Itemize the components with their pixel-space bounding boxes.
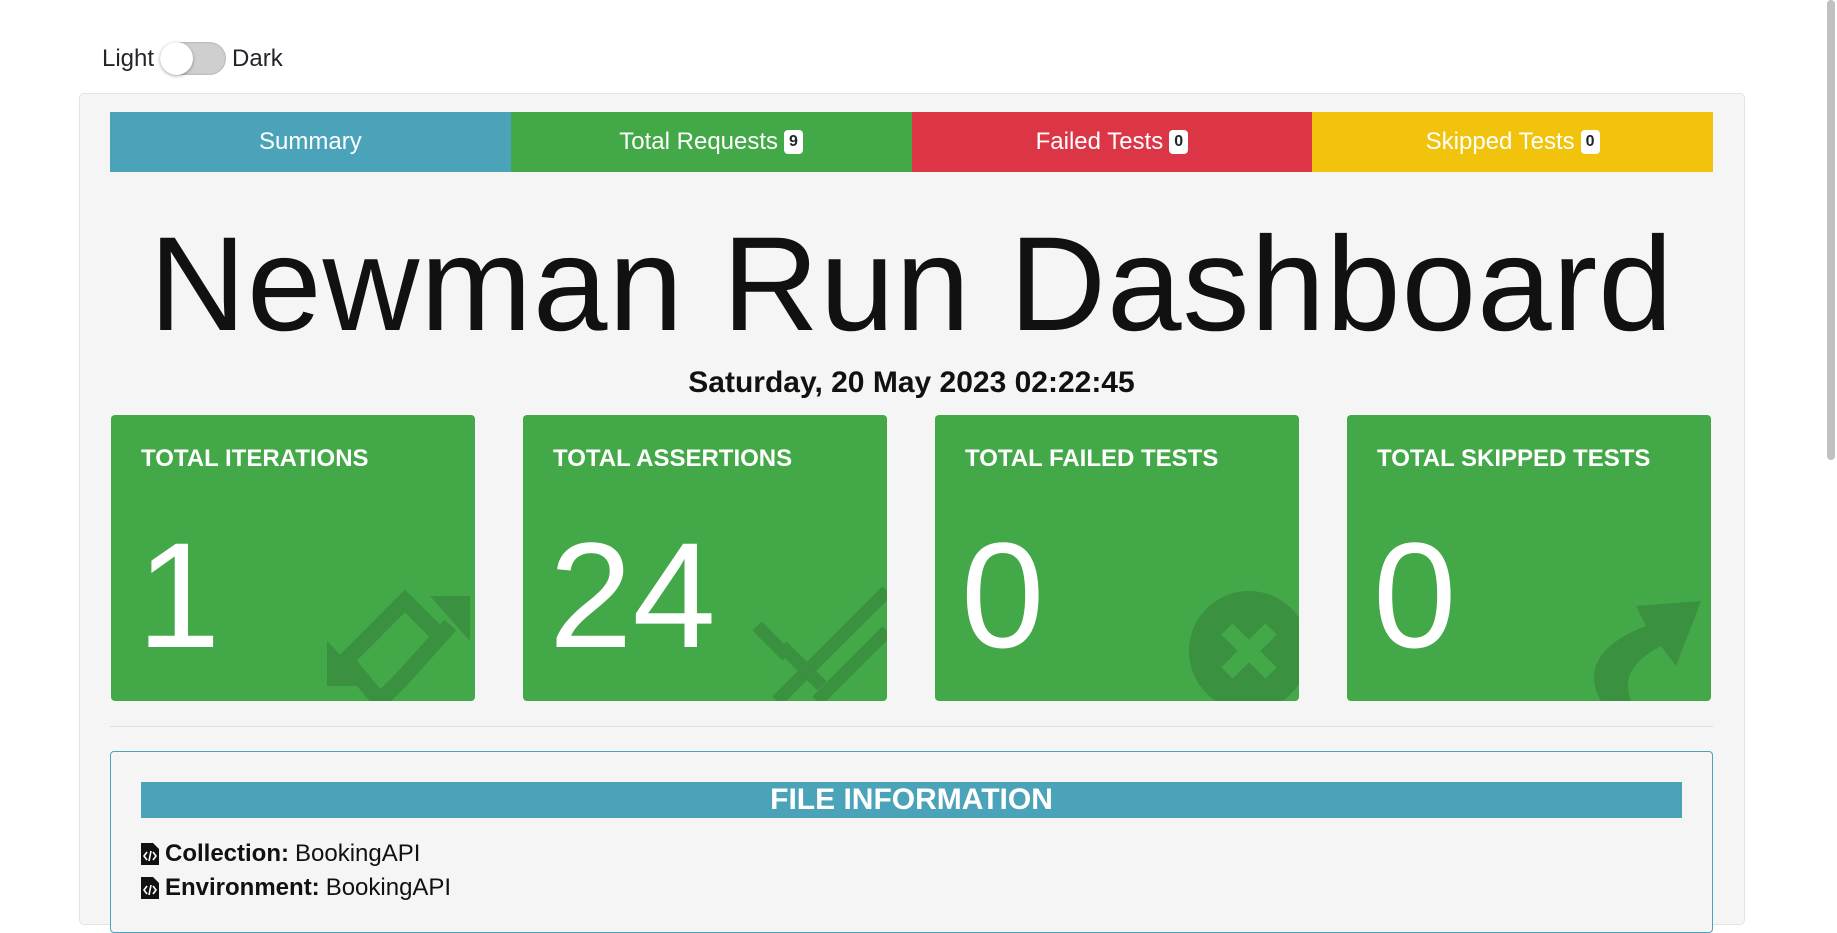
card-total-iterations: TOTAL ITERATIONS 1 <box>111 415 475 701</box>
tab-skipped-tests[interactable]: Skipped Tests 0 <box>1312 112 1713 172</box>
tab-total-requests[interactable]: Total Requests 9 <box>510 112 912 172</box>
failed-tests-badge: 0 <box>1169 130 1189 154</box>
share-icon <box>1593 601 1701 701</box>
collection-value: BookingAPI <box>295 840 421 867</box>
tab-failed-tests-label: Failed Tests <box>1035 128 1164 155</box>
nav-tabs: Summary Total Requests 9 Failed Tests 0 … <box>110 112 1713 172</box>
file-code-icon <box>141 877 159 899</box>
tab-total-requests-label: Total Requests <box>619 128 779 155</box>
card-label: TOTAL ITERATIONS <box>141 445 369 472</box>
collection-row: Collection: BookingAPI <box>141 840 420 868</box>
tab-skipped-tests-label: Skipped Tests <box>1425 128 1575 155</box>
card-total-skipped-tests: TOTAL SKIPPED TESTS 0 <box>1347 415 1711 701</box>
divider <box>110 726 1713 727</box>
file-information-header: FILE INFORMATION <box>141 782 1682 818</box>
file-code-icon <box>141 843 159 865</box>
card-total-failed-tests: TOTAL FAILED TESTS 0 <box>935 415 1299 701</box>
total-requests-badge: 9 <box>784 130 803 154</box>
tab-summary[interactable]: Summary <box>110 112 511 172</box>
card-value: 0 <box>1373 511 1457 679</box>
environment-label: Environment: <box>165 874 320 901</box>
tab-failed-tests[interactable]: Failed Tests 0 <box>911 112 1313 172</box>
run-date: Saturday, 20 May 2023 02:22:45 <box>688 366 1135 399</box>
card-value: 1 <box>137 511 221 679</box>
sync-icon <box>327 589 470 701</box>
page-title: Newman Run Dashboard <box>149 210 1674 359</box>
scrollbar-thumb[interactable] <box>1827 0 1835 460</box>
card-label: TOTAL ASSERTIONS <box>553 445 793 472</box>
skipped-tests-badge: 0 <box>1580 130 1600 154</box>
theme-toggle[interactable] <box>160 42 227 75</box>
tab-summary-label: Summary <box>259 128 362 155</box>
file-information-panel: FILE INFORMATION Collection: BookingAPI … <box>110 751 1713 933</box>
environment-row: Environment: BookingAPI <box>141 874 451 902</box>
card-label: TOTAL SKIPPED TESTS <box>1377 445 1651 472</box>
times-circle-icon <box>1189 591 1299 701</box>
theme-switch: Light Dark <box>102 42 283 75</box>
toggle-knob <box>160 42 194 75</box>
environment-value: BookingAPI <box>325 874 452 901</box>
light-label: Light <box>102 44 155 72</box>
card-label: TOTAL FAILED TESTS <box>965 445 1219 472</box>
card-total-assertions: TOTAL ASSERTIONS 24 <box>523 415 887 701</box>
asterisk-icon <box>752 586 887 701</box>
card-value: 0 <box>961 511 1045 679</box>
dark-label: Dark <box>232 44 283 72</box>
collection-label: Collection: <box>165 840 289 867</box>
card-value: 24 <box>549 511 716 679</box>
